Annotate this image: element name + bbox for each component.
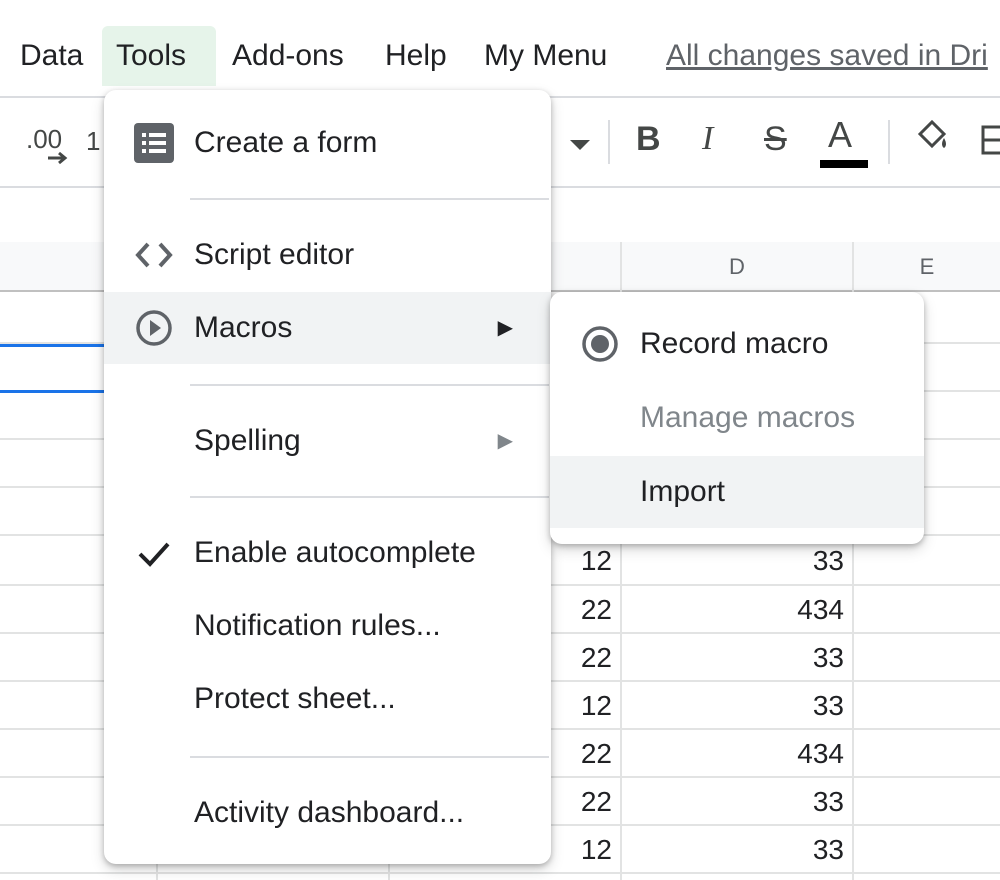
menu-item-label: Import	[640, 475, 726, 508]
increase-decimal-button[interactable]: 1	[86, 126, 100, 157]
menu-help[interactable]: Help	[371, 26, 461, 86]
menu-my-menu[interactable]: My Menu	[470, 26, 621, 86]
menu-separator	[190, 496, 549, 498]
cell-d[interactable]: 33	[624, 682, 844, 730]
menu-item-manage-macros: Manage macros	[550, 382, 924, 454]
macros-submenu: Record macro Manage macros Import	[550, 292, 924, 544]
submenu-arrow-icon: ▶	[497, 317, 513, 339]
decrease-decimal-button[interactable]: .00	[26, 124, 68, 165]
save-status-link[interactable]: All changes saved in Dri	[666, 26, 988, 86]
menu-item-label: Spelling	[194, 424, 301, 457]
menu-item-protect-sheet[interactable]: Protect sheet...	[104, 663, 551, 735]
italic-button[interactable]: I	[702, 120, 713, 158]
form-icon	[134, 123, 174, 163]
cell-d[interactable]: 434	[624, 586, 844, 634]
borders-icon[interactable]	[980, 124, 1000, 156]
menu-separator	[190, 756, 549, 758]
menu-item-label: Create a form	[194, 126, 378, 159]
menu-item-macros[interactable]: Macros ▶	[104, 292, 551, 364]
menu-item-import[interactable]: Import	[550, 456, 924, 528]
cell-d[interactable]: 33	[624, 826, 844, 874]
menu-separator	[190, 198, 549, 200]
toolbar-divider-2	[888, 120, 890, 164]
menu-item-label: Manage macros	[640, 401, 856, 434]
cell-d[interactable]: 33	[624, 778, 844, 826]
tools-menu: Create a form Script editor Macros ▶ Spe…	[104, 90, 551, 864]
bold-button[interactable]: B	[636, 120, 661, 159]
cell-d[interactable]: 33	[624, 537, 844, 585]
column-header-d[interactable]: D	[622, 242, 854, 292]
menu-item-record-macro[interactable]: Record macro	[550, 308, 924, 380]
menu-item-create-form[interactable]: Create a form	[104, 107, 551, 179]
row-line	[0, 872, 1000, 874]
fill-color-icon[interactable]	[914, 118, 954, 156]
menu-item-enable-autocomplete[interactable]: Enable autocomplete	[104, 517, 551, 589]
strikethrough-button[interactable]: S	[764, 120, 787, 159]
menu-item-script-editor[interactable]: Script editor	[104, 219, 551, 291]
submenu-arrow-icon: ▶	[497, 430, 513, 452]
arrow-right-icon	[48, 151, 68, 165]
toolbar-divider	[608, 120, 610, 164]
code-icon	[134, 237, 174, 273]
menu-item-label: Macros	[194, 311, 293, 344]
selection-border	[0, 390, 104, 393]
menu-item-label: Protect sheet...	[194, 682, 396, 715]
menu-add-ons[interactable]: Add-ons	[218, 26, 358, 86]
menu-item-label: Activity dashboard...	[194, 796, 465, 829]
menu-tools[interactable]: Tools	[102, 26, 216, 86]
cell-d[interactable]: 33	[624, 634, 844, 682]
menu-item-label: Script editor	[194, 238, 355, 271]
check-icon	[134, 535, 174, 571]
column-header-e[interactable]: E	[854, 242, 1000, 292]
menu-item-activity-dashboard[interactable]: Activity dashboard...	[104, 777, 551, 849]
menu-item-spelling[interactable]: Spelling ▶	[104, 405, 551, 477]
play-circle-icon	[134, 310, 174, 346]
text-color-swatch	[820, 160, 868, 168]
menu-item-label: Notification rules...	[194, 609, 441, 642]
menu-item-label: Enable autocomplete	[194, 536, 476, 569]
menu-item-label: Record macro	[640, 327, 829, 360]
menu-separator	[190, 384, 549, 386]
menu-data[interactable]: Data	[6, 26, 97, 86]
cell-d[interactable]: 434	[624, 730, 844, 778]
text-color-button[interactable]: A	[828, 114, 852, 156]
menu-item-notification-rules[interactable]: Notification rules...	[104, 590, 551, 662]
menu-bar: Data Tools Add-ons Help My Menu All chan…	[0, 0, 1000, 96]
record-icon	[580, 326, 620, 362]
dropdown-caret-icon[interactable]	[568, 138, 592, 152]
selection-border	[0, 344, 104, 347]
